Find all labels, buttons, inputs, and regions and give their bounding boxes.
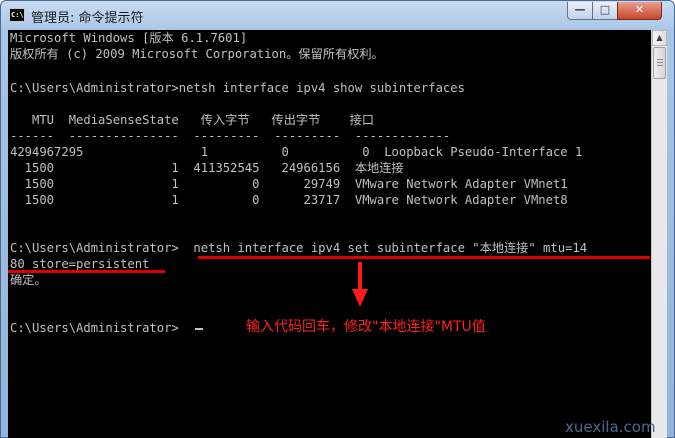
console-line: C:\Users\Administrator>netsh interface i… bbox=[10, 81, 465, 95]
minimize-button[interactable]: — bbox=[567, 2, 593, 20]
console-line: C:\Users\Administrator> bbox=[10, 321, 179, 335]
grip-line bbox=[657, 62, 663, 63]
down-arrow-icon bbox=[352, 262, 368, 307]
console-line: 版权所有 (c) 2009 Microsoft Corporation。保留所有… bbox=[10, 47, 384, 61]
grip-line bbox=[657, 65, 663, 66]
console-line: MTU MediaSenseState 传入字节 传出字节 接口 bbox=[10, 113, 375, 127]
console-output[interactable]: Microsoft Windows [版本 6.1.7601] 版权所有 (c)… bbox=[8, 30, 651, 438]
annotation-text: 输入代码回车，修改"本地连接"MTU值 bbox=[246, 319, 486, 335]
text-cursor bbox=[195, 328, 203, 330]
title-bar[interactable]: C:\ 管理员: 命令提示符 — □ ✕ bbox=[1, 1, 674, 31]
console-line: 确定。 bbox=[10, 273, 47, 287]
scroll-up-button[interactable]: ▲ bbox=[652, 30, 667, 46]
console-line: 1500 1 411352545 24966156 本地连接 bbox=[10, 161, 404, 175]
console-line: ------ --------------- --------- -------… bbox=[10, 129, 451, 143]
close-button[interactable]: ✕ bbox=[617, 2, 662, 20]
console-line: C:\Users\Administrator> netsh interface … bbox=[10, 241, 588, 255]
scrollbar-thumb[interactable] bbox=[653, 47, 666, 79]
console-line: 1500 1 0 29749 VMware Network Adapter VM… bbox=[10, 177, 568, 191]
grip-line bbox=[657, 59, 663, 60]
vertical-scrollbar[interactable]: ▲ bbox=[651, 30, 667, 438]
console-line: Microsoft Windows [版本 6.1.7601] bbox=[10, 31, 248, 45]
maximize-button[interactable]: □ bbox=[592, 2, 618, 20]
command-highlight-underline bbox=[198, 256, 650, 259]
window-title: 管理员: 命令提示符 bbox=[31, 11, 144, 26]
cmd-app-icon[interactable]: C:\ bbox=[9, 8, 25, 22]
watermark: xuexila.com bbox=[565, 418, 656, 436]
command-highlight-underline-2 bbox=[8, 270, 165, 273]
console-line: 4294967295 1 0 0 Loopback Pseudo-Interfa… bbox=[10, 145, 583, 159]
console-line: 1500 1 0 23717 VMware Network Adapter VM… bbox=[10, 193, 568, 207]
